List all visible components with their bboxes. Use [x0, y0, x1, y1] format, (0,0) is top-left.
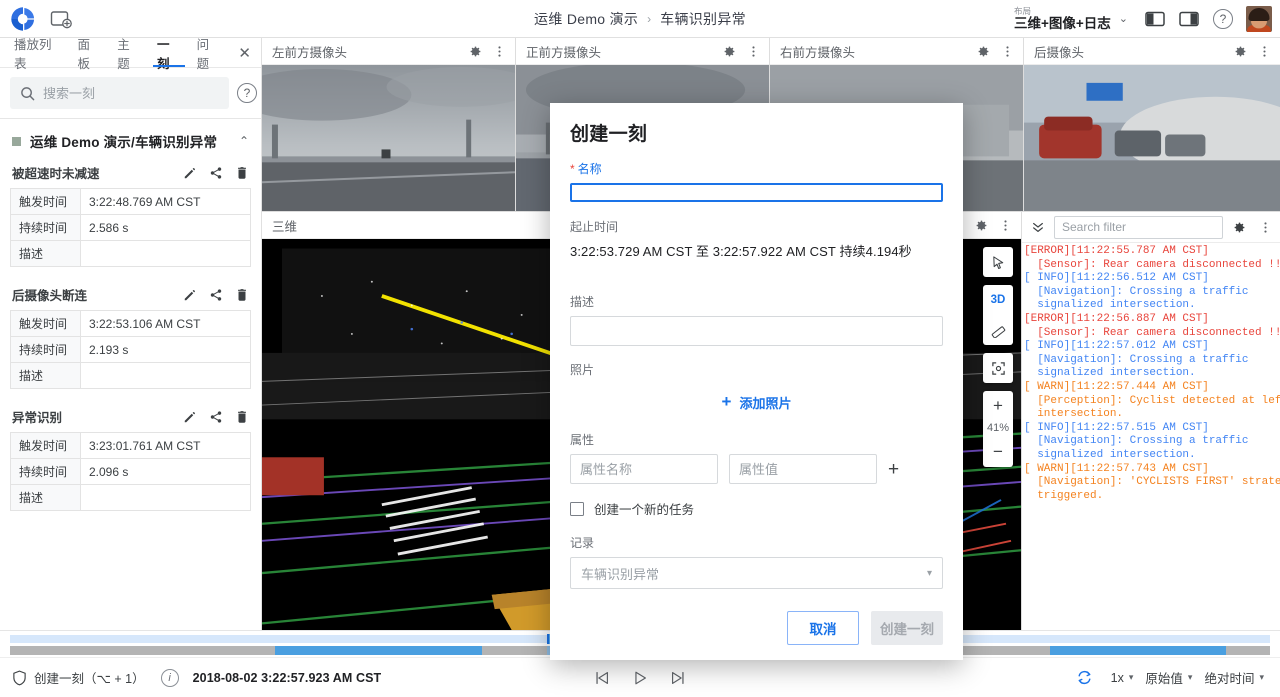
- playback-options: 1x ▾ 原始值 ▾ 绝对时间 ▾: [1076, 668, 1268, 687]
- required-mark: *: [570, 162, 575, 176]
- skip-previous-icon[interactable]: [593, 669, 611, 687]
- app-logo[interactable]: [0, 6, 46, 32]
- description-input[interactable]: [570, 316, 943, 346]
- top-bar-right: 布局 三维+图像+日志 ⌄ ?: [1012, 2, 1280, 36]
- add-photo-button[interactable]: + 添加照片: [570, 384, 943, 416]
- photos-label: 照片: [570, 363, 595, 377]
- create-moment-submit-button[interactable]: 创建一刻: [871, 611, 943, 645]
- chevron-down-icon[interactable]: ⌄: [1119, 12, 1128, 25]
- current-timestamp: 2018-08-02 3:22:57.923 AM CST: [192, 670, 382, 685]
- add-photo-label: 添加照片: [739, 395, 792, 411]
- timeline-segment: [1049, 646, 1226, 655]
- chevron-down-icon: ▾: [1187, 672, 1193, 682]
- chevron-down-icon: ▾: [1259, 672, 1264, 682]
- chevron-down-icon: ▾: [1128, 672, 1134, 682]
- app-body: 播放列表 面板 主题 一刻 问题 ✕ ?: [0, 38, 1280, 660]
- create-task-checkbox[interactable]: [570, 501, 584, 516]
- attributes-section: 属性 +: [570, 431, 943, 484]
- add-panel-icon: [50, 10, 72, 28]
- shield-icon: [13, 670, 26, 685]
- cancel-button[interactable]: 取消: [787, 611, 859, 645]
- help-icon: ?: [1213, 8, 1233, 29]
- name-input[interactable]: [570, 183, 943, 202]
- photos-section: 照片 + 添加照片: [570, 361, 943, 416]
- record-select[interactable]: 车辆识别异常 ▾: [570, 557, 943, 589]
- create-task-row[interactable]: 创建一个新的任务: [570, 499, 943, 518]
- record-section: 记录 车辆识别异常 ▾: [570, 534, 943, 589]
- range-label: 起止时间: [570, 220, 619, 234]
- record-label: 记录: [570, 536, 595, 550]
- create-moment-button[interactable]: 创建一刻（⌥ + 1）: [12, 668, 145, 687]
- panel-left-toggle[interactable]: [1138, 2, 1172, 36]
- breadcrumb-separator: ›: [647, 12, 652, 26]
- timeline-segment: [274, 646, 483, 655]
- layout-selector-label: 布局: [1014, 6, 1032, 16]
- create-moment-label: 创建一刻（⌥ + 1）: [34, 672, 145, 686]
- time-mode-value: 绝对时间: [1204, 672, 1255, 686]
- layout-selector[interactable]: 布局 三维+图像+日志: [1012, 6, 1113, 31]
- add-attribute-button[interactable]: +: [888, 460, 899, 479]
- description-section: 描述: [570, 293, 943, 346]
- top-bar: 运维 Demo 演示 › 车辆识别异常 布局 三维+图像+日志 ⌄ ?: [0, 0, 1280, 38]
- range-value: 3:22:53.729 AM CST 至 3:22:57.922 AM CST …: [570, 244, 912, 259]
- playback-speed-value: 1x: [1110, 670, 1124, 685]
- attribute-name-input[interactable]: [570, 454, 718, 484]
- skip-next-icon[interactable]: [669, 669, 687, 687]
- create-task-label: 创建一个新的任务: [594, 503, 695, 517]
- breadcrumb-root[interactable]: 运维 Demo 演示: [534, 9, 638, 29]
- breadcrumb-current[interactable]: 车辆识别异常: [660, 9, 746, 29]
- time-mode-selector[interactable]: 绝对时间 ▾: [1200, 668, 1268, 687]
- loop-icon[interactable]: [1076, 669, 1093, 686]
- attribute-value-input[interactable]: [729, 454, 877, 484]
- attributes-label: 属性: [570, 433, 595, 447]
- dialog-actions: 取消 创建一刻: [570, 589, 943, 665]
- value-mode-selector[interactable]: 原始值 ▾: [1141, 668, 1196, 687]
- value-mode-value: 原始值: [1145, 672, 1183, 686]
- plus-icon: +: [721, 392, 732, 411]
- play-icon[interactable]: [631, 669, 649, 687]
- app-root: 运维 Demo 演示 › 车辆识别异常 布局 三维+图像+日志 ⌄ ? 播放列表…: [0, 0, 1280, 697]
- attribute-row: +: [570, 454, 943, 484]
- dialog-title: 创建一刻: [570, 124, 648, 145]
- help-button[interactable]: ?: [1206, 2, 1240, 36]
- range-section: 起止时间 3:22:53.729 AM CST 至 3:22:57.922 AM…: [570, 218, 943, 278]
- info-icon[interactable]: i: [160, 668, 179, 687]
- panel-left-icon: [1145, 11, 1165, 26]
- create-moment-dialog: 创建一刻 * 名称 起止时间 3:22:53.729 AM CST 至 3:22:…: [550, 103, 963, 660]
- panel-right-toggle[interactable]: [1172, 2, 1206, 36]
- description-label: 描述: [570, 295, 595, 309]
- panel-right-icon: [1179, 11, 1199, 26]
- record-select-value: 车辆识别异常: [581, 566, 660, 582]
- playback-controls: [593, 669, 687, 687]
- avatar[interactable]: [1246, 5, 1272, 32]
- layout-selector-value: 三维+图像+日志: [1014, 16, 1111, 31]
- logo-icon: [11, 6, 35, 31]
- avatar-hair: [1248, 8, 1270, 22]
- add-panel-button[interactable]: [46, 6, 76, 32]
- playback-speed-selector[interactable]: 1x ▾: [1107, 671, 1138, 685]
- name-field-label: * 名称: [570, 160, 943, 177]
- chevron-down-icon: ▾: [926, 567, 932, 579]
- name-label-text: 名称: [577, 162, 602, 176]
